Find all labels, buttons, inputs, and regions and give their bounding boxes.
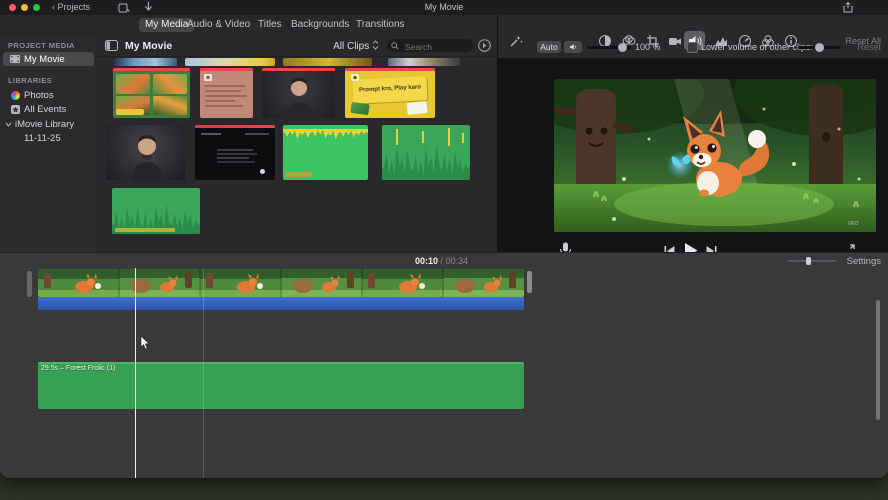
- speaker-icon: [569, 44, 576, 50]
- sidebar-item-label: Photos: [24, 90, 54, 101]
- audio-thumbnail-selected[interactable]: [283, 125, 368, 180]
- video-thumbnail-presenter-2[interactable]: [107, 125, 185, 180]
- thumbnail-progress-bar: [113, 68, 190, 71]
- search-input[interactable]: [403, 39, 471, 54]
- clip-strip-thumbnail[interactable]: [283, 58, 372, 66]
- all-events-icon: [11, 104, 20, 114]
- video-audio-track[interactable]: [38, 297, 524, 310]
- tab-backgrounds[interactable]: Backgrounds: [285, 18, 355, 32]
- media-tabs-bar: My Media Audio & Video Titles Background…: [0, 15, 497, 35]
- reset-button[interactable]: Reset: [857, 42, 881, 52]
- video-thumbnail-notes-card[interactable]: [200, 68, 253, 118]
- browser-header: My Movie All Clips: [97, 35, 497, 57]
- sidebar-item-imovie-library[interactable]: iMovie Library: [0, 117, 97, 131]
- imovie-window: ‹ Projects My Movie My Media Audio & Vid…: [0, 0, 888, 478]
- thumbnail-progress-bar: [195, 125, 275, 128]
- video-thumbnail-promo[interactable]: Prompt kro, Play karo: [345, 68, 435, 118]
- other-clips-volume-knob[interactable]: [815, 43, 824, 52]
- timecode-separator: /: [440, 256, 444, 266]
- timecode-total: 00:34: [445, 256, 469, 266]
- inspector-panel: Reset All Auto 100 % Lower volume of oth…: [497, 15, 888, 258]
- thumbnail-progress-bar: [200, 68, 253, 71]
- viewer-video-frame[interactable]: [554, 79, 876, 232]
- sidebar-item-label: My Movie: [24, 54, 65, 65]
- video-thumbnail-screen-recording[interactable]: [195, 125, 275, 180]
- all-clips-label: All Clips: [333, 41, 370, 52]
- sidebar-item-photos[interactable]: Photos: [0, 88, 97, 102]
- photos-icon: [11, 91, 20, 100]
- project-film-icon: [10, 55, 20, 63]
- title-bar: ‹ Projects My Movie: [0, 0, 888, 16]
- thumbnail-progress-bar: [345, 68, 435, 71]
- mouse-cursor: [140, 336, 150, 350]
- video-thumbnail-presenter[interactable]: [262, 68, 335, 118]
- media-browser: My Movie All Clips Search Prompt kro, Pl…: [97, 35, 497, 252]
- auto-volume-button[interactable]: Auto: [537, 41, 561, 53]
- snap-guide-line: [203, 268, 204, 478]
- sidebar-item-my-movie[interactable]: My Movie: [0, 52, 97, 66]
- sidebar-item-label: All Events: [24, 104, 67, 115]
- search-icon: [391, 42, 399, 50]
- search-field[interactable]: [387, 39, 473, 54]
- libraries-sidebar: PROJECT MEDIA My Movie LIBRARIES Photos …: [0, 35, 98, 252]
- timeline-zoom-knob[interactable]: [806, 257, 811, 265]
- clip-trim-handle-left[interactable]: [27, 271, 32, 297]
- desktop-strip: [0, 478, 888, 500]
- timeline-scrollbar[interactable]: [876, 300, 880, 420]
- all-clips-dropdown[interactable]: All Clips: [333, 40, 379, 52]
- settings-button[interactable]: Settings: [847, 256, 881, 267]
- playhead[interactable]: [135, 268, 136, 478]
- volume-percent: 100 %: [635, 42, 661, 52]
- screen: ‹ Projects My Movie My Media Audio & Vid…: [0, 0, 888, 500]
- video-thumbnail-fox-grid[interactable]: [113, 68, 190, 118]
- background-music-clip[interactable]: 29.5s – Forest Frolic (1): [38, 362, 524, 409]
- clip-trim-handle-right[interactable]: [527, 271, 532, 293]
- audio-thumbnail-waveform-2[interactable]: [112, 188, 200, 234]
- sidebar-item-label: 11-11-25: [24, 133, 61, 144]
- stabilization-icon[interactable]: [668, 34, 682, 48]
- timecode: 00:10 / 00:34: [415, 256, 468, 266]
- tab-transitions[interactable]: Transitions: [350, 18, 411, 32]
- timecode-current: 00:10: [415, 256, 439, 266]
- audio-thumbnail-waveform[interactable]: [382, 125, 470, 180]
- timeline-toolbar: 00:10 / 00:34 Settings: [0, 252, 888, 269]
- clip-strip-thumbnail[interactable]: [113, 58, 177, 66]
- enhance-magic-wand-icon[interactable]: [509, 34, 523, 48]
- video-track-filmstrip[interactable]: [38, 269, 524, 297]
- clip-strip-thumbnail[interactable]: [185, 58, 275, 66]
- video-watermark: VEO: [848, 221, 859, 227]
- background-music-label: 29.5s – Forest Frolic (1): [41, 365, 116, 372]
- sidebar-item-library-date[interactable]: 11-11-25: [0, 131, 97, 145]
- share-icon[interactable]: [843, 2, 853, 13]
- forward-circle-icon[interactable]: [478, 39, 491, 52]
- lower-volume-checkbox[interactable]: [687, 42, 698, 53]
- other-clips-volume-slider[interactable]: [798, 43, 840, 52]
- lower-volume-label: Lower volume of other clips:: [701, 42, 814, 52]
- tab-audio-video[interactable]: Audio & Video: [181, 18, 256, 32]
- tab-titles[interactable]: Titles: [252, 18, 288, 32]
- libraries-header: LIBRARIES: [8, 76, 53, 85]
- timeline[interactable]: 1... 1.5s... 2.1s – L... 1.2... 1.3s...: [0, 268, 888, 478]
- sidebar-item-all-events[interactable]: All Events: [0, 102, 97, 116]
- timeline-zoom-slider[interactable]: [788, 257, 836, 265]
- window-title: My Movie: [424, 2, 464, 12]
- sidebar-item-label: iMovie Library: [15, 119, 75, 130]
- thumbnail-progress-bar: [262, 68, 335, 71]
- browser-title: My Movie: [125, 40, 173, 52]
- volume-slider[interactable]: [587, 43, 631, 52]
- chevron-down-icon[interactable]: [5, 122, 12, 127]
- sidebar-toggle-icon[interactable]: [105, 40, 118, 51]
- clip-strip-thumbnail[interactable]: [388, 58, 460, 66]
- mute-button[interactable]: [564, 41, 582, 53]
- volume-slider-knob[interactable]: [618, 43, 627, 52]
- project-media-header: PROJECT MEDIA: [8, 41, 75, 50]
- popup-chevrons-icon: [372, 40, 379, 50]
- viewer-area: VEO: [498, 58, 888, 258]
